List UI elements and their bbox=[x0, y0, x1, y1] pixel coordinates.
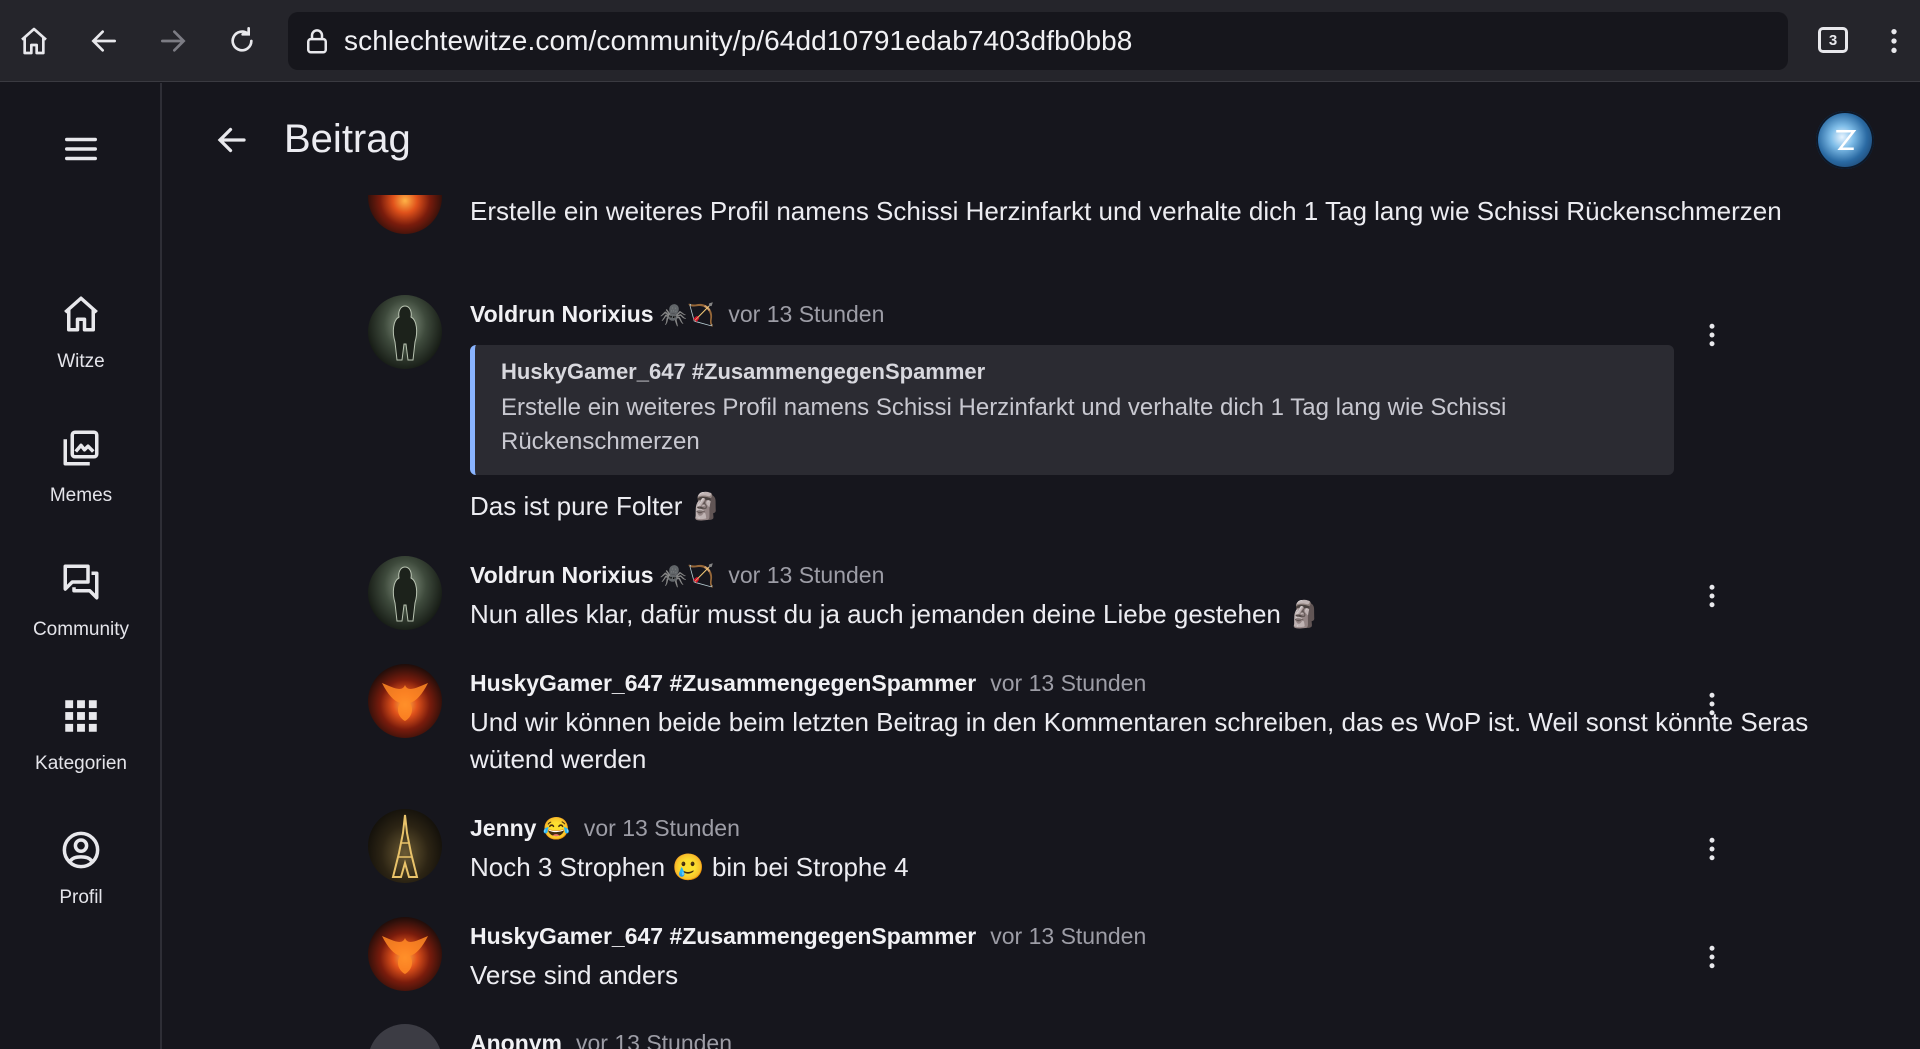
comment-meta: HuskyGamer_647 #ZusammengegenSpammer vor … bbox=[470, 670, 1146, 697]
hamburger-menu-icon[interactable] bbox=[57, 125, 105, 173]
sidebar-item-label: Kategorien bbox=[35, 753, 127, 774]
sidebar-item-label: Memes bbox=[49, 485, 113, 506]
home-icon[interactable] bbox=[10, 17, 58, 65]
forum-icon bbox=[63, 564, 99, 600]
comment-author[interactable]: HuskyGamer_647 #ZusammengegenSpammer bbox=[470, 670, 976, 696]
avatar[interactable] bbox=[368, 295, 442, 369]
more-options-icon[interactable] bbox=[1692, 315, 1732, 355]
quoted-comment: HuskyGamer_647 #ZusammengegenSpammer Ers… bbox=[470, 345, 1674, 475]
sidebar-item-label: Profil bbox=[59, 887, 103, 908]
forward-arrow-icon[interactable] bbox=[149, 17, 197, 65]
user-badge: 🕷️🏹 bbox=[659, 563, 715, 588]
reload-icon[interactable] bbox=[218, 17, 266, 65]
comment-feed: Erstelle ein weiteres Profil namens Schi… bbox=[164, 195, 1920, 1049]
comment-time: vor 13 Stunden bbox=[728, 562, 885, 588]
user-badge: 😂 bbox=[542, 816, 570, 841]
comment-text: Und wir können beide beim letzten Beitra… bbox=[470, 707, 1809, 774]
avatar[interactable] bbox=[368, 195, 442, 234]
comment-author[interactable]: Anonym bbox=[470, 1030, 562, 1049]
comment-meta: HuskyGamer_647 #ZusammengegenSpammer vor … bbox=[470, 923, 1146, 950]
comment-text: Verse sind anders bbox=[470, 960, 679, 990]
avatar[interactable] bbox=[368, 664, 442, 738]
comment-text: Das ist pure Folter 🗿 bbox=[470, 491, 723, 521]
sidebar-item-label: Witze bbox=[57, 351, 105, 372]
comment-time: vor 13 Stunden bbox=[728, 301, 885, 327]
avatar[interactable] bbox=[368, 917, 442, 991]
sidebar: Witze Memes Community Kategorien Profil bbox=[0, 83, 162, 1049]
comment-author[interactable]: Voldrun Norixius bbox=[470, 562, 654, 588]
comment-text: Nun alles klar, dafür musst du ja auch j… bbox=[470, 599, 1321, 629]
comment-author[interactable]: HuskyGamer_647 #ZusammengegenSpammer bbox=[470, 923, 976, 949]
comment-text: Noch 3 Strophen 🥲 bin bei Strophe 4 bbox=[470, 852, 909, 882]
url-text: schlechtewitze.com/community/p/64dd10791… bbox=[344, 25, 1133, 56]
page-title: Beitrag bbox=[284, 117, 411, 161]
sidebar-item-label: Community bbox=[32, 619, 130, 640]
comment-time: vor 13 Stunden bbox=[583, 815, 740, 841]
back-arrow-icon[interactable] bbox=[208, 116, 256, 164]
sidebar-item-profil[interactable]: Profil bbox=[0, 819, 162, 929]
sidebar-item-memes[interactable]: Memes bbox=[0, 417, 162, 527]
comment-author[interactable]: Voldrun Norixius bbox=[470, 301, 654, 327]
photo-library-icon bbox=[63, 430, 99, 466]
comment-author[interactable]: Jenny bbox=[470, 815, 536, 841]
browser-menu-icon[interactable] bbox=[1870, 17, 1918, 65]
sidebar-item-kategorien[interactable]: Kategorien bbox=[0, 685, 162, 795]
user-avatar[interactable] bbox=[1816, 111, 1874, 169]
sidebar-item-community[interactable]: Community bbox=[0, 551, 162, 661]
user-badge: 🕷️🏹 bbox=[659, 302, 715, 327]
apps-grid-icon bbox=[65, 700, 97, 732]
browser-toolbar: schlechtewitze.com/community/p/64dd10791… bbox=[0, 0, 1920, 82]
avatar[interactable] bbox=[368, 1024, 442, 1049]
comment-meta: Voldrun Norixius 🕷️🏹 vor 13 Stunden bbox=[470, 301, 884, 328]
home-icon bbox=[64, 296, 98, 332]
address-bar[interactable]: schlechtewitze.com/community/p/64dd10791… bbox=[288, 12, 1788, 70]
quote-author: HuskyGamer_647 #ZusammengegenSpammer bbox=[501, 359, 986, 384]
account-circle-icon bbox=[62, 831, 100, 869]
comment-time: vor 13 Stunden bbox=[990, 670, 1147, 696]
avatar[interactable] bbox=[368, 556, 442, 630]
tab-switcher-button[interactable]: 3 bbox=[1818, 27, 1848, 53]
quote-text: Erstelle ein weiteres Profil namens Schi… bbox=[501, 394, 1507, 455]
comment-meta: Voldrun Norixius 🕷️🏹 vor 13 Stunden bbox=[470, 562, 884, 589]
lock-icon bbox=[307, 29, 327, 54]
comment-text: Erstelle ein weiteres Profil namens Schi… bbox=[470, 196, 1782, 226]
sidebar-item-witze[interactable]: Witze bbox=[0, 283, 162, 393]
back-arrow-icon[interactable] bbox=[80, 17, 128, 65]
page-header: Beitrag bbox=[164, 83, 1920, 195]
comment-time: vor 13 Stunden bbox=[990, 923, 1147, 949]
comment-meta: Anonym vor 13 Stunden bbox=[470, 1030, 732, 1049]
comment-meta: Jenny 😂 vor 13 Stunden bbox=[470, 815, 740, 842]
avatar[interactable] bbox=[368, 809, 442, 883]
comment-time: vor 13 Stunden bbox=[576, 1030, 733, 1049]
